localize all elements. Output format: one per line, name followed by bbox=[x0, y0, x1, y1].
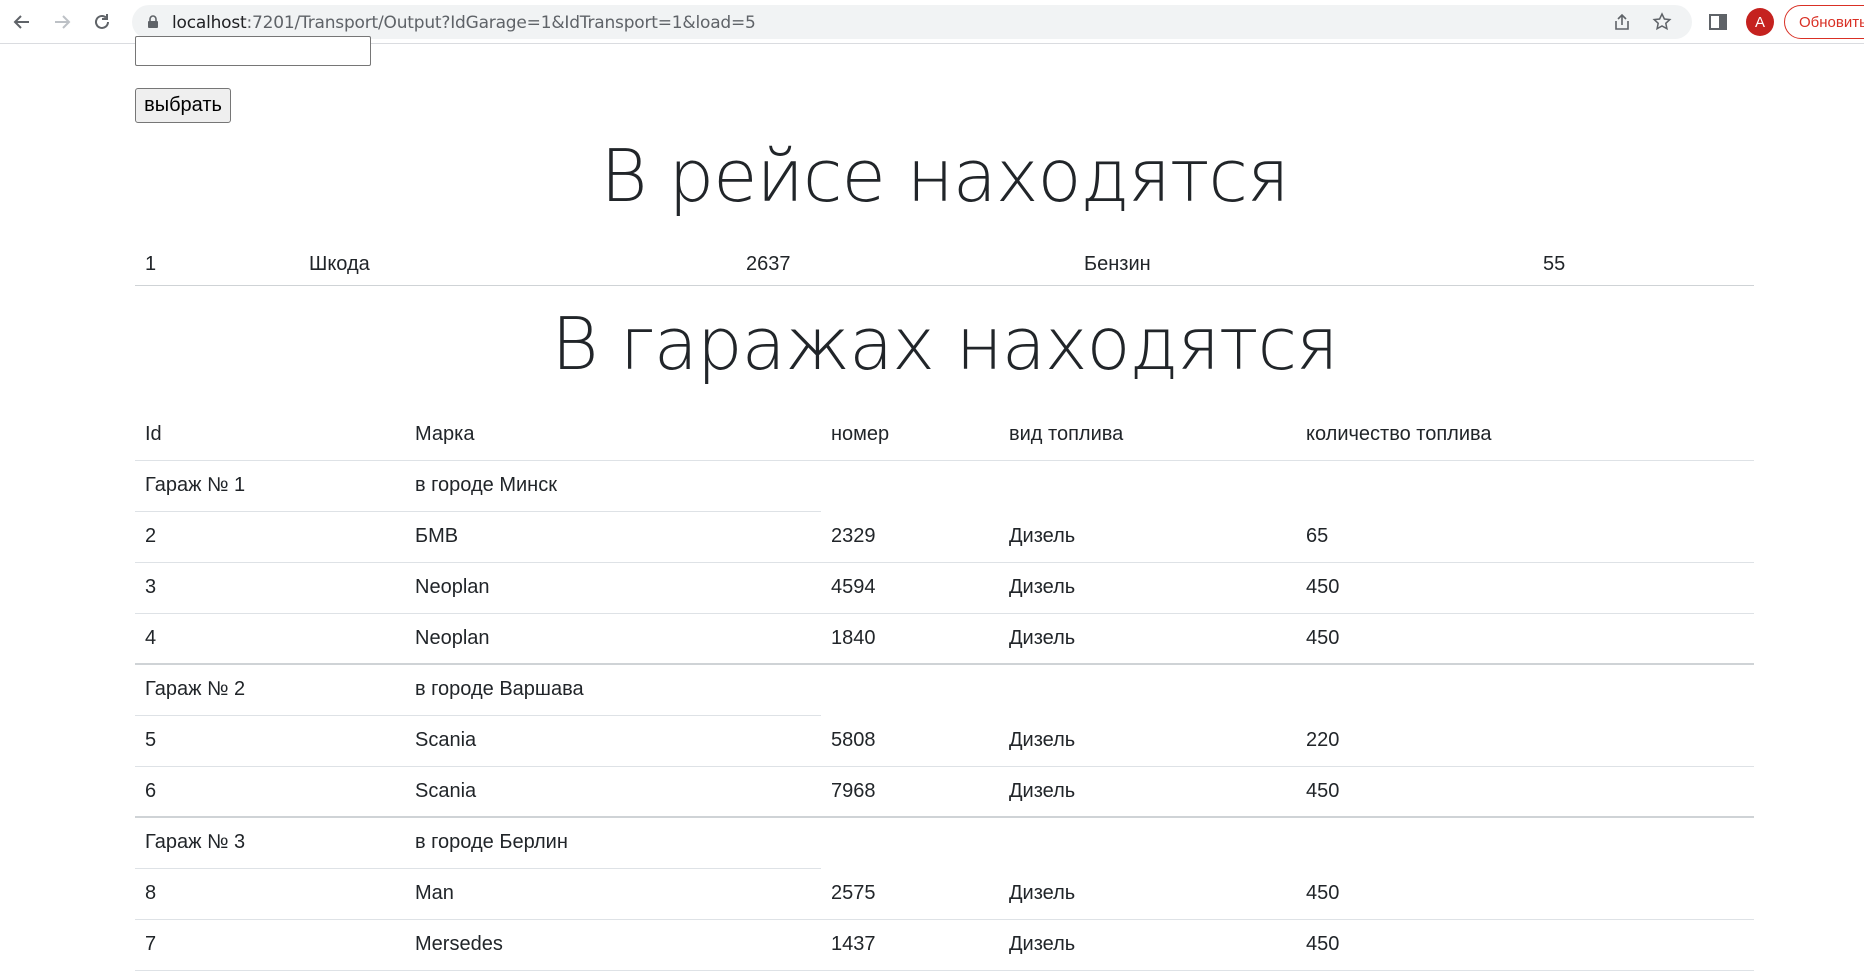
selection-input[interactable] bbox=[135, 36, 371, 66]
update-button[interactable]: Обновить bbox=[1784, 5, 1864, 39]
cell-fuel-type: Дизель bbox=[999, 511, 1296, 563]
cell-fuel-amount: 450 bbox=[1296, 613, 1754, 665]
back-button[interactable] bbox=[8, 8, 36, 36]
garage-row: Гараж № 3в городе Берлин bbox=[135, 817, 1754, 869]
garage-city: в городе Берлин bbox=[405, 817, 821, 869]
garage-row-blank bbox=[999, 664, 1296, 715]
profile-avatar[interactable]: A bbox=[1746, 8, 1774, 36]
lock-icon bbox=[148, 15, 158, 28]
trip-cell-id: 1 bbox=[135, 244, 299, 286]
arrow-left-icon bbox=[13, 15, 29, 29]
cell-fuel-amount: 450 bbox=[1296, 562, 1754, 614]
cell-id: 8 bbox=[135, 868, 405, 920]
cell-number: 4594 bbox=[821, 562, 999, 614]
cell-brand: Neoplan bbox=[405, 562, 821, 614]
cell-brand: Man bbox=[405, 868, 821, 920]
table-row: 2 БМВ 2329 Дизель 65 bbox=[135, 511, 1754, 563]
cell-id: 7 bbox=[135, 919, 405, 971]
forward-button[interactable] bbox=[48, 8, 76, 36]
cell-id: 4 bbox=[135, 613, 405, 665]
garage-row-blank bbox=[999, 817, 1296, 868]
garage-row: Гараж № 1в городе Минск bbox=[135, 460, 1754, 512]
garage-row-blank bbox=[821, 664, 999, 715]
garage-row: Гараж № 2в городе Варшава bbox=[135, 664, 1754, 716]
cell-brand: Neoplan bbox=[405, 613, 821, 665]
garage-row-blank bbox=[1296, 817, 1754, 868]
cell-fuel-amount: 450 bbox=[1296, 868, 1754, 920]
cell-brand: Mersedes bbox=[405, 919, 821, 971]
garage-city: в городе Варшава bbox=[405, 664, 821, 716]
cell-number: 5808 bbox=[821, 715, 999, 767]
garage-city: в городе Минск bbox=[405, 460, 821, 512]
garage-name: Гараж № 2 bbox=[135, 664, 405, 716]
garage-row-blank bbox=[821, 817, 999, 868]
cell-brand: БМВ bbox=[405, 511, 821, 563]
table-row: 8 Man 2575 Дизель 450 bbox=[135, 868, 1754, 920]
garages-heading: В гаражах находятся bbox=[551, 302, 1338, 386]
share-icon[interactable] bbox=[1612, 12, 1632, 32]
cell-number: 2329 bbox=[821, 511, 999, 563]
reload-icon bbox=[95, 14, 109, 29]
address-bar[interactable]: localhost:7201/Transport/Output?IdGarage… bbox=[132, 5, 1692, 39]
cell-id: 6 bbox=[135, 766, 405, 818]
garage-name: Гараж № 1 bbox=[135, 460, 405, 512]
cell-number: 1437 bbox=[821, 919, 999, 971]
trip-heading: В рейсе находятся bbox=[600, 134, 1289, 218]
cell-fuel-amount: 220 bbox=[1296, 715, 1754, 767]
col-header-number: номер bbox=[821, 410, 999, 461]
garages-table: Id Марка номер вид топлива количество то… bbox=[135, 410, 1754, 971]
trip-cell-fuel-type: Бензин bbox=[1074, 244, 1533, 286]
url-host: localhost bbox=[172, 13, 247, 33]
trip-cell-fuel-amount: 55 bbox=[1533, 244, 1754, 286]
garage-row-blank bbox=[1296, 664, 1754, 715]
cell-id: 3 bbox=[135, 562, 405, 614]
col-header-brand: Марка bbox=[405, 410, 821, 461]
cell-fuel-type: Дизель bbox=[999, 613, 1296, 665]
bookmark-star-icon[interactable] bbox=[1652, 12, 1672, 32]
cell-fuel-amount: 450 bbox=[1296, 919, 1754, 971]
table-row: 4 Neoplan 1840 Дизель 450 bbox=[135, 613, 1754, 665]
cell-fuel-type: Дизель bbox=[999, 919, 1296, 971]
table-row: 3 Neoplan 4594 Дизель 450 bbox=[135, 562, 1754, 614]
side-panel-icon[interactable] bbox=[1708, 12, 1728, 32]
cell-fuel-type: Дизель bbox=[999, 868, 1296, 920]
cell-fuel-type: Дизель bbox=[999, 715, 1296, 767]
cell-number: 7968 bbox=[821, 766, 999, 818]
col-header-id: Id bbox=[135, 410, 405, 461]
cell-brand: Scania bbox=[405, 715, 821, 767]
table-row: 7 Mersedes 1437 Дизель 450 bbox=[135, 919, 1754, 971]
trip-table: 1 Шкода 2637 Бензин 55 bbox=[135, 244, 1754, 286]
garage-row-blank bbox=[999, 460, 1296, 511]
garage-row-blank bbox=[1296, 460, 1754, 511]
table-row: 6 Scania 7968 Дизель 450 bbox=[135, 766, 1754, 818]
cell-id: 5 bbox=[135, 715, 405, 767]
garage-name: Гараж № 3 bbox=[135, 817, 405, 869]
reload-button[interactable] bbox=[88, 8, 116, 36]
cell-fuel-type: Дизель bbox=[999, 766, 1296, 818]
select-button[interactable]: выбрать bbox=[135, 88, 231, 123]
table-row: 1 Шкода 2637 Бензин 55 bbox=[135, 244, 1754, 286]
arrow-right-icon bbox=[55, 15, 71, 29]
url-text: localhost:7201/Transport/Output?IdGarage… bbox=[172, 13, 756, 33]
cell-brand: Scania bbox=[405, 766, 821, 818]
cell-id: 2 bbox=[135, 511, 405, 563]
table-row: 5 Scania 5808 Дизель 220 bbox=[135, 715, 1754, 767]
cell-number: 1840 bbox=[821, 613, 999, 665]
cell-fuel-amount: 450 bbox=[1296, 766, 1754, 818]
cell-number: 2575 bbox=[821, 868, 999, 920]
col-header-fuel-type: вид топлива bbox=[999, 410, 1296, 461]
url-path: :7201/Transport/Output?IdGarage=1&IdTran… bbox=[246, 13, 756, 33]
col-header-fuel-amount: количество топлива bbox=[1296, 410, 1754, 461]
cell-fuel-amount: 65 bbox=[1296, 511, 1754, 563]
page-content: выбрать В рейсе находятся 1 Шкода 2637 Бенз… bbox=[0, 36, 1864, 976]
trip-cell-brand: Шкода bbox=[299, 244, 736, 286]
cell-fuel-type: Дизель bbox=[999, 562, 1296, 614]
trip-cell-number: 2637 bbox=[736, 244, 1074, 286]
garage-row-blank bbox=[821, 460, 999, 511]
